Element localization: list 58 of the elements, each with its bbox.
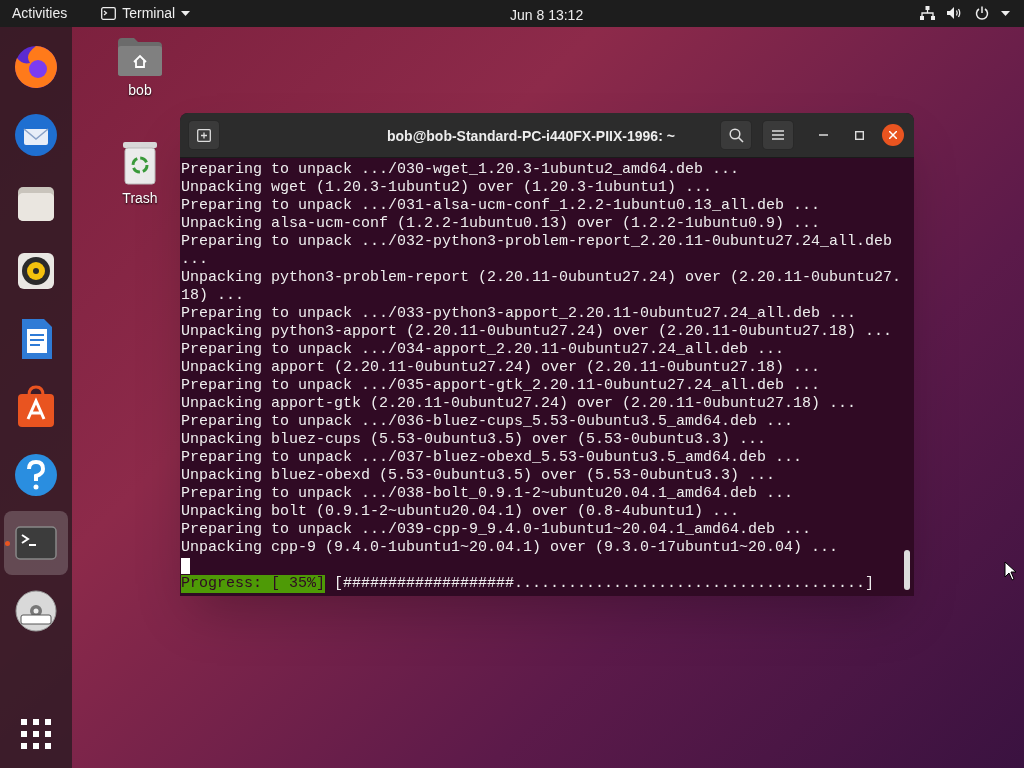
system-menu-button[interactable] xyxy=(920,6,1010,20)
power-icon xyxy=(975,6,989,20)
volume-icon xyxy=(947,6,963,20)
desktop-icon-label[interactable]: Trash xyxy=(122,188,158,209)
mail-icon xyxy=(12,111,60,159)
menu-button[interactable] xyxy=(762,120,794,150)
terminal-output-line: Preparing to unpack .../033-python3-apport_2.20.11-0ubuntu27.24_all.deb ... xyxy=(181,305,858,323)
network-icon xyxy=(920,6,935,20)
terminal-output-line: Unpacking python3-problem-report (2.20.11-0ubuntu27.24) over (2.20.11-0ubuntu27. xyxy=(181,269,903,287)
terminal-output-line: Preparing to unpack .../037-bluez-obexd_5.53-0ubuntu3.5_amd64.deb ... xyxy=(181,449,804,467)
app-grid-icon xyxy=(20,718,52,750)
trash-icon xyxy=(121,140,159,186)
maximize-icon xyxy=(854,130,864,140)
scrollbar-thumb[interactable] xyxy=(904,550,910,590)
terminal-output-line: Unpacking bluez-cups (5.53-0ubuntu3.5) over (5.53-0ubuntu3.3) ... xyxy=(181,431,768,449)
window-title: bob@bob-Standard-PC-i440FX-PIIX-1996: ~ xyxy=(387,127,675,146)
minimize-icon xyxy=(818,134,828,136)
terminal-output-line: Preparing to unpack .../036-bluez-cups_5.53-0ubuntu3.5_amd64.deb ... xyxy=(181,413,795,431)
app-menu-label: Terminal xyxy=(122,4,176,23)
terminal-output-line: Preparing to unpack .../034-apport_2.20.11-0ubuntu27.24_all.deb ... xyxy=(181,341,786,359)
terminal-output-line: Unpacking bluez-obexd (5.53-0ubuntu3.5) over (5.53-0ubuntu3.3) ... xyxy=(181,467,777,485)
terminal-output-line: Unpacking apport-gtk (2.20.11-0ubuntu27.24) over (2.20.11-0ubuntu27.18) ... xyxy=(181,395,858,413)
search-button[interactable] xyxy=(720,120,752,150)
terminal-output-line: Preparing to unpack .../039-cpp-9_9.4.0-1ubuntu1~20.04.1_amd64.deb ... xyxy=(181,521,813,539)
app-menu-button[interactable]: Terminal xyxy=(101,3,191,24)
menu-icon xyxy=(772,130,784,140)
terminal-output-line: Unpacking cpp-9 (9.4.0-1ubuntu1~20.04.1) over (9.3.0-17ubuntu1~20.04) ... xyxy=(181,539,840,557)
terminal-output-line: Preparing to unpack .../031-alsa-ucm-conf_1.2.2-1ubuntu0.13_all.deb ... xyxy=(181,197,822,215)
activities-button[interactable]: Activities xyxy=(12,3,68,24)
search-icon xyxy=(728,127,744,143)
terminal-output-line: Unpacking wget (1.20.3-1ubuntu2) over (1.20.3-1ubuntu1) ... xyxy=(181,179,714,197)
text-cursor xyxy=(181,558,190,574)
mouse-pointer-icon xyxy=(1004,561,1017,581)
close-icon xyxy=(889,131,897,139)
terminal-icon xyxy=(101,7,117,20)
clock-button[interactable]: Jun 8 13:12 xyxy=(510,5,584,26)
desktop-icon-label[interactable]: bob xyxy=(128,80,152,101)
terminal-output-line: 18) ... xyxy=(181,287,245,305)
help-icon xyxy=(12,451,60,499)
new-tab-button[interactable] xyxy=(188,120,220,150)
terminal-output-line: Unpacking apport (2.20.11-0ubuntu27.24) over (2.20.11-0ubuntu27.18) ... xyxy=(181,359,822,377)
terminal-output-line: Preparing to unpack .../032-python3-problem-report_2.20.11-0ubuntu27.24_all.deb xyxy=(181,233,894,251)
progress-label: Progress: [ 35%] xyxy=(181,575,326,593)
terminal-output-line: Unpacking python3-apport (2.20.11-0ubuntu27.24) over (2.20.11-0ubuntu27.18) ... xyxy=(181,323,894,341)
terminal-output-line: Preparing to unpack .../030-wget_1.20.3-1ubuntu2_amd64.deb ... xyxy=(181,161,741,179)
new-tab-icon xyxy=(197,128,211,142)
terminal-output-line: Unpacking alsa-ucm-conf (1.2.2-1ubuntu0.13) over (1.2.2-1ubuntu0.9) ... xyxy=(181,215,822,233)
caret-icon xyxy=(181,11,191,16)
terminal-output-line: Preparing to unpack .../035-apport-gtk_2.20.11-0ubuntu27.24_all.deb ... xyxy=(181,377,822,395)
browser-icon xyxy=(12,43,60,91)
caret-icon xyxy=(1001,10,1010,16)
terminal-output-line: Unpacking bolt (0.9.1-2~ubuntu20.04.1) over (0.8-4ubuntu1) ... xyxy=(181,503,741,521)
terminal-output-line: Preparing to unpack .../038-bolt_0.9.1-2~ubuntu20.04.1_amd64.deb ... xyxy=(181,485,795,503)
home-folder-icon xyxy=(116,36,164,78)
progress-bar-text: [###################.......................................] xyxy=(334,575,875,593)
disc-icon xyxy=(12,587,60,635)
close-button[interactable] xyxy=(882,124,904,146)
terminal-output-line: ... xyxy=(181,251,209,269)
